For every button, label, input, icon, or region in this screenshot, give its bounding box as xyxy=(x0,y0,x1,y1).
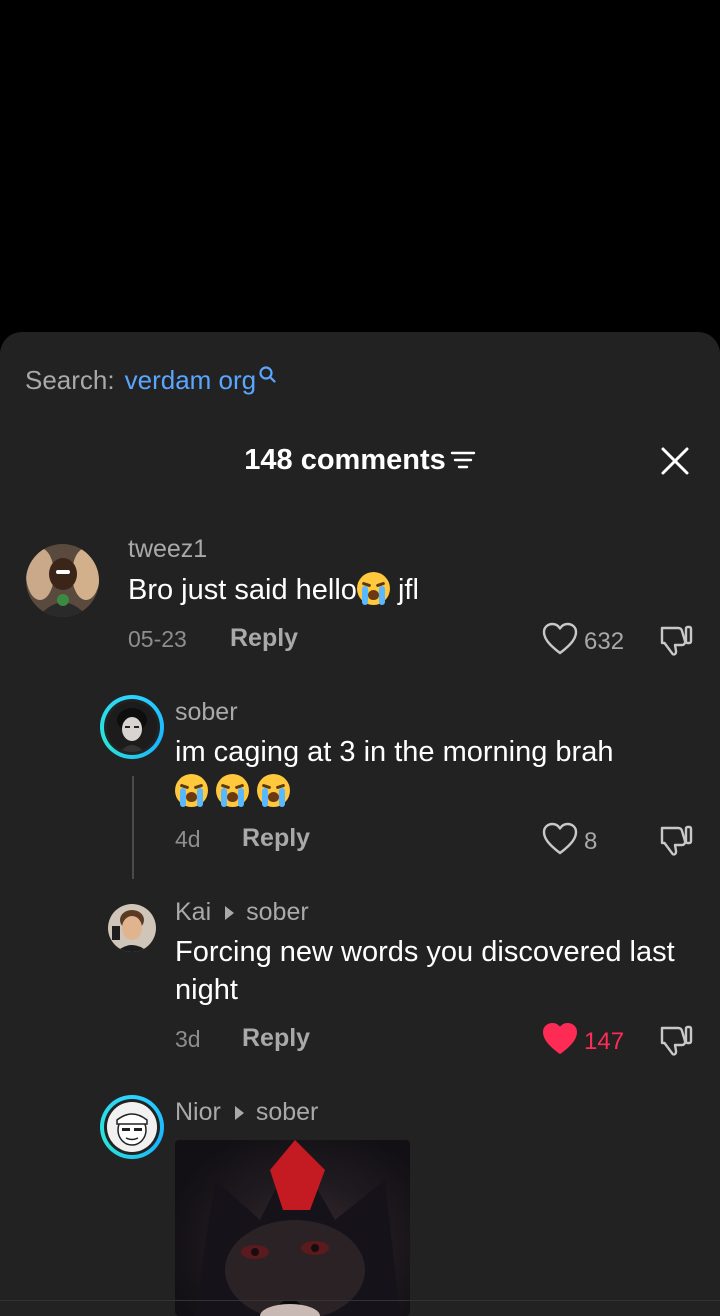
search-query-link[interactable]: verdam org xyxy=(125,365,257,396)
loudly-crying-emoji-icon xyxy=(356,572,390,605)
avatar xyxy=(107,702,157,752)
dislike-icon[interactable] xyxy=(658,622,694,658)
search-suggestion[interactable]: Search: verdam org xyxy=(25,365,278,396)
comment-text: Bro just said hello jfl xyxy=(128,571,419,609)
comment-username[interactable]: Nior xyxy=(175,1098,221,1127)
comments-sheet: Search: verdam org 148 comments tweez1 B… xyxy=(0,332,720,1316)
comment-text-part: jfl xyxy=(389,574,419,606)
video-background xyxy=(0,0,720,332)
like-button[interactable]: 632 xyxy=(542,622,624,661)
reply-arrow-icon xyxy=(225,905,235,920)
divider xyxy=(0,1300,720,1301)
sort-filter-icon[interactable] xyxy=(450,449,476,476)
reply-to-username[interactable]: sober xyxy=(256,1098,319,1127)
comment-username-row: Nior sober xyxy=(175,1098,318,1127)
comment-username[interactable]: sober xyxy=(175,698,238,727)
heart-filled-icon xyxy=(542,1022,578,1061)
comment-text-part: Bro just said hello xyxy=(128,574,357,606)
comment-text: im caging at 3 in the morning brah xyxy=(175,733,695,811)
search-label: Search: xyxy=(25,365,115,395)
avatar[interactable] xyxy=(26,544,99,617)
avatar xyxy=(107,1102,157,1152)
reply-arrow-icon xyxy=(234,1105,244,1120)
close-icon[interactable] xyxy=(660,446,690,476)
comment-date: 05-23 xyxy=(128,626,187,652)
reply-button[interactable]: Reply xyxy=(230,624,298,653)
like-button[interactable]: 8 xyxy=(542,822,597,861)
comment-text: Forcing new words you discovered last ni… xyxy=(175,936,675,1006)
like-count: 8 xyxy=(584,827,598,855)
dislike-icon[interactable] xyxy=(658,822,694,858)
search-icon xyxy=(258,361,278,392)
heart-outline-icon xyxy=(542,622,578,661)
heart-outline-icon xyxy=(542,822,578,861)
reply-button[interactable]: Reply xyxy=(242,1024,310,1053)
comments-header: 148 comments xyxy=(0,444,720,477)
comment-image[interactable] xyxy=(175,1140,410,1316)
comment-date: 3d xyxy=(175,1026,201,1052)
loudly-crying-emoji-icon xyxy=(175,774,208,807)
like-count: 147 xyxy=(584,1027,625,1055)
loudly-crying-emoji-icon xyxy=(216,774,250,807)
loudly-crying-emoji-icon xyxy=(257,774,291,807)
avatar-story-ring[interactable] xyxy=(100,1095,164,1159)
like-count: 632 xyxy=(584,627,625,655)
like-button[interactable]: 147 xyxy=(542,1022,624,1061)
reply-button[interactable]: Reply xyxy=(242,824,310,853)
avatar[interactable] xyxy=(108,904,156,952)
comment-username[interactable]: Kai xyxy=(175,898,211,927)
thread-line xyxy=(132,776,134,879)
comments-count-title: 148 comments xyxy=(244,444,446,476)
avatar-story-ring[interactable] xyxy=(100,695,164,759)
comment-username-row: Kai sober xyxy=(175,898,309,927)
reply-to-username[interactable]: sober xyxy=(246,898,309,927)
comment-username[interactable]: tweez1 xyxy=(128,535,207,564)
comment-text-line: im caging at 3 in the morning brah xyxy=(175,736,614,768)
comment-date: 4d xyxy=(175,826,201,852)
dislike-icon[interactable] xyxy=(658,1022,694,1058)
emoji-row xyxy=(175,773,695,811)
